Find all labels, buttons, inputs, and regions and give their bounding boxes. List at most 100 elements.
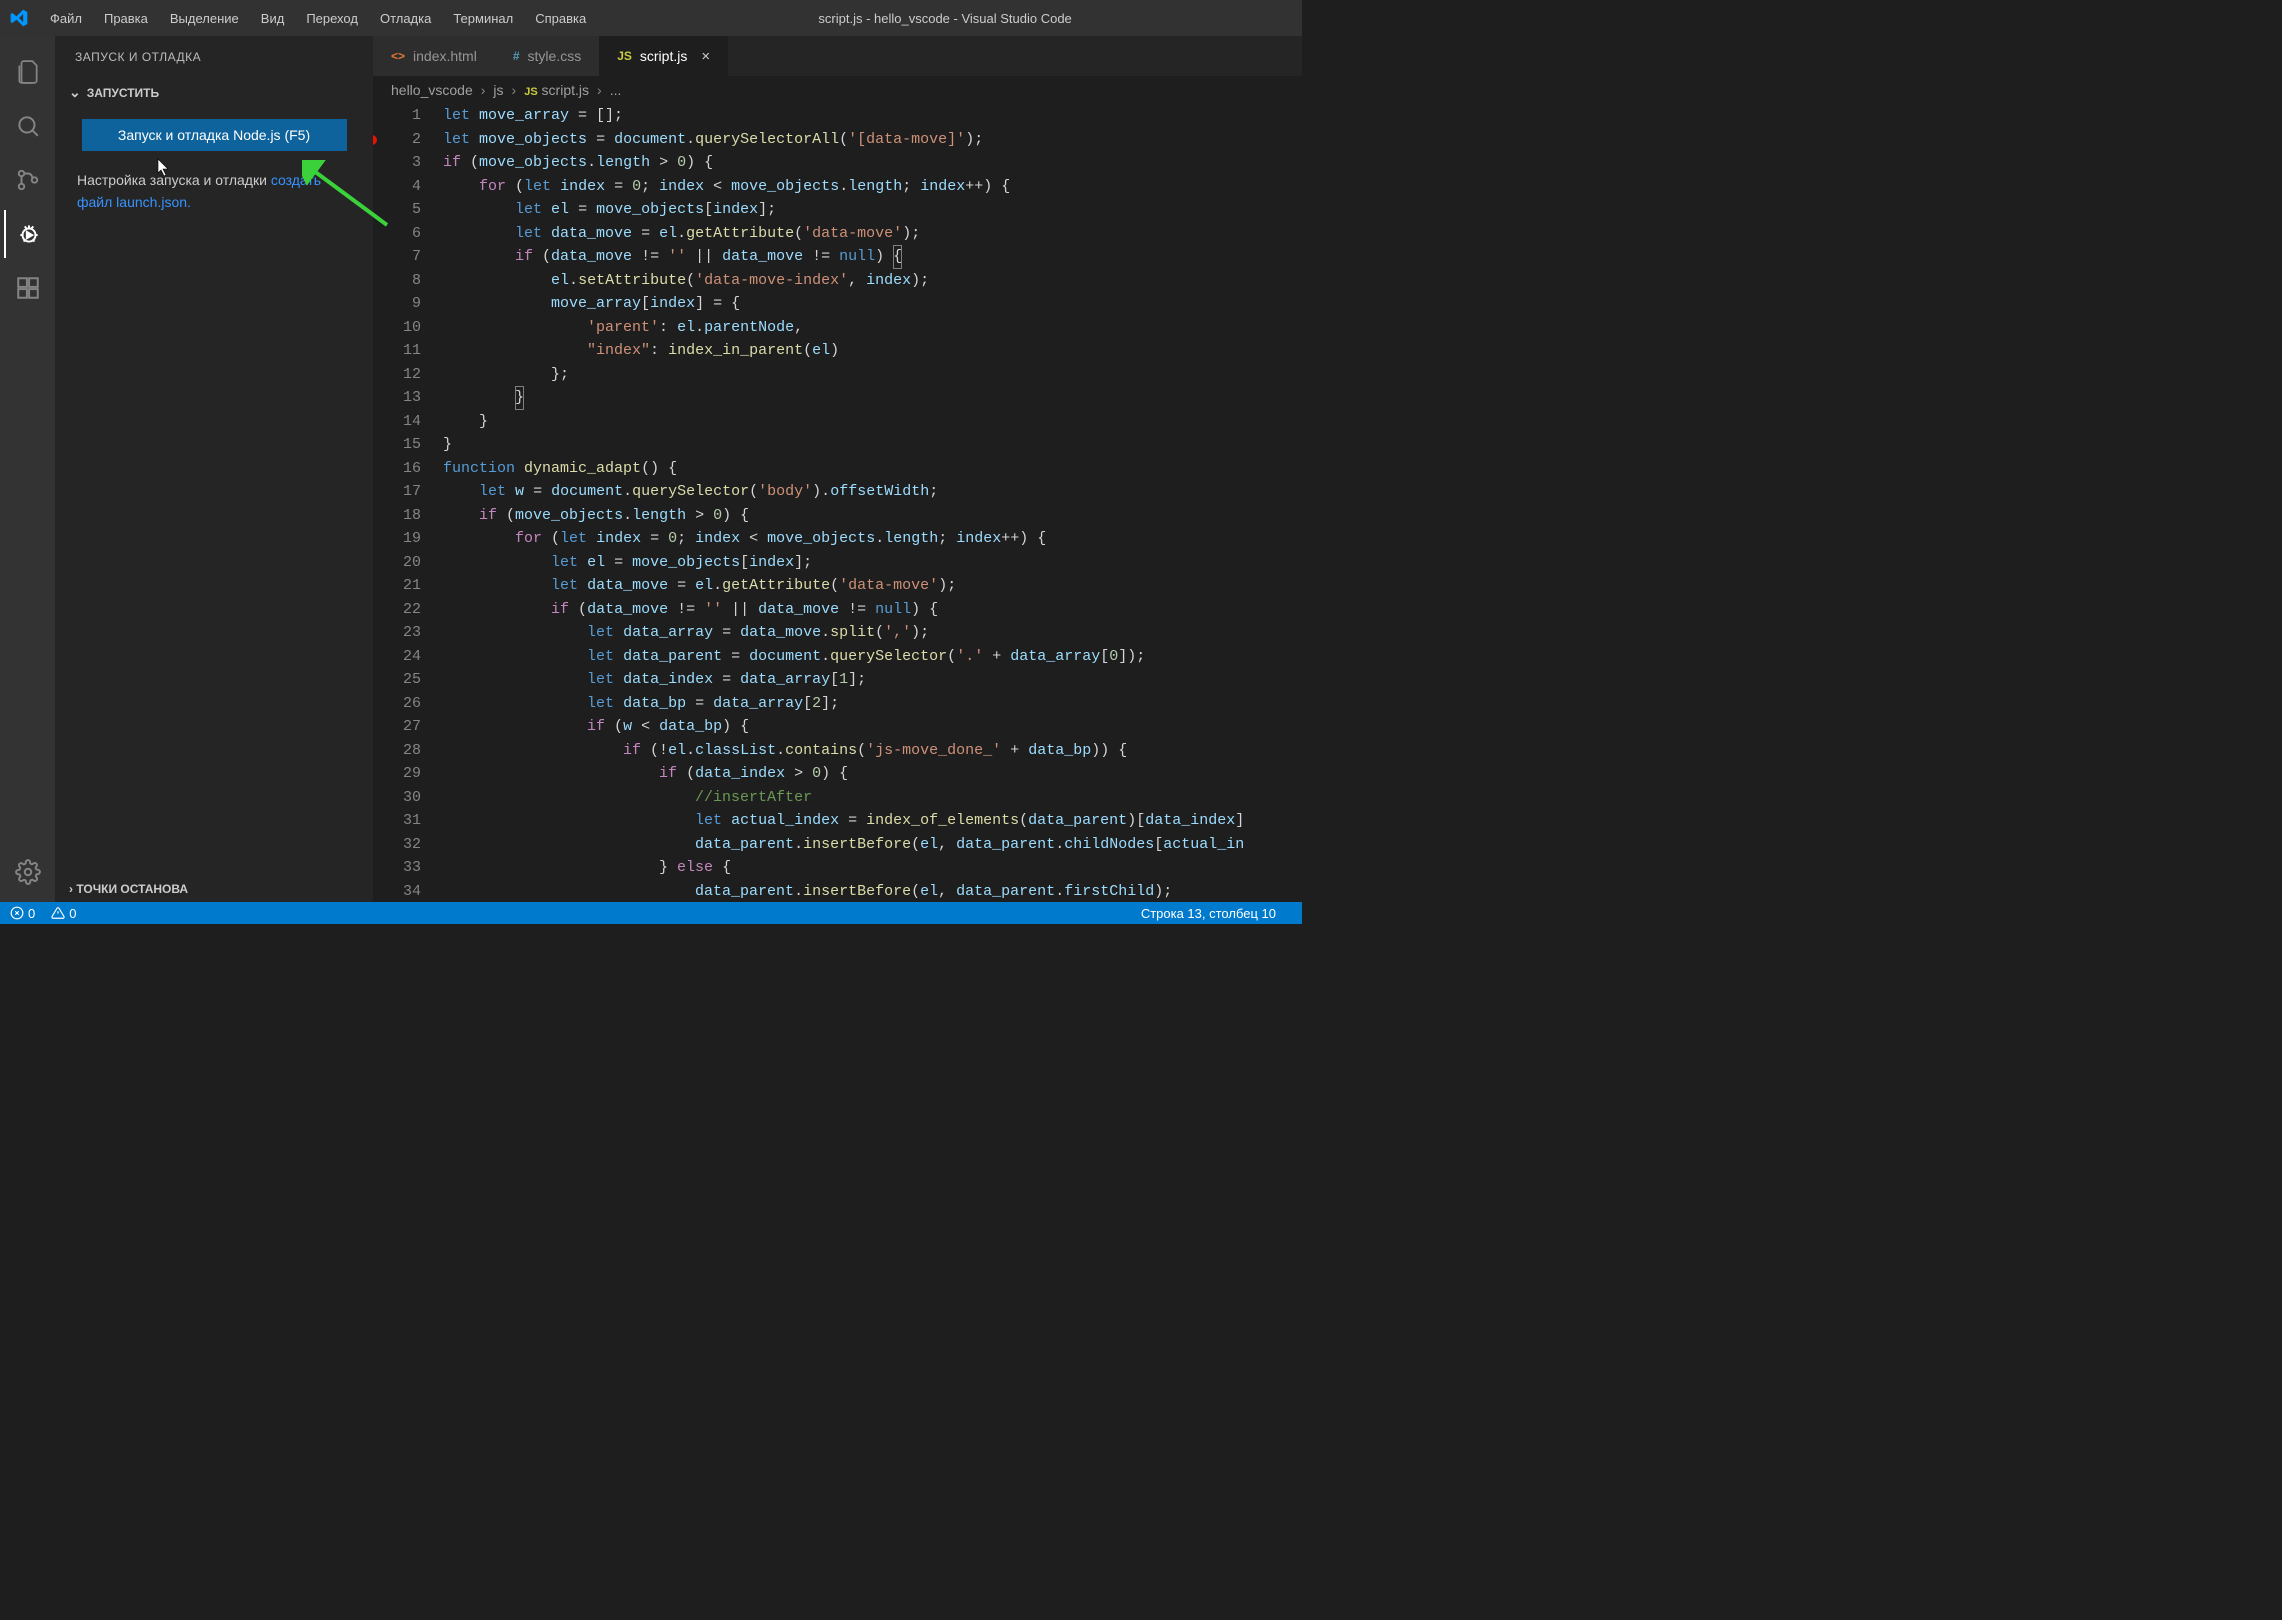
code-line[interactable]: if (data_move != '' || data_move != null… — [443, 245, 1302, 269]
code-line[interactable]: if (w < data_bp) { — [443, 715, 1302, 739]
code-line[interactable]: let actual_index = index_of_elements(dat… — [443, 809, 1302, 833]
line-number[interactable]: 27 — [373, 715, 421, 739]
code-line[interactable]: } else { — [443, 856, 1302, 880]
code-line[interactable]: let data_move = el.getAttribute('data-mo… — [443, 222, 1302, 246]
code-line[interactable]: let data_bp = data_array[2]; — [443, 692, 1302, 716]
code-area[interactable]: 1234567891011121314151617181920212223242… — [373, 104, 1302, 902]
line-number[interactable]: 23 — [373, 621, 421, 645]
line-number[interactable]: 21 — [373, 574, 421, 598]
status-cursor[interactable]: Строка 13, столбец 10 — [1141, 906, 1276, 921]
line-number[interactable]: 3 — [373, 151, 421, 175]
breakpoint-icon[interactable] — [373, 135, 377, 145]
menu-отладка[interactable]: Отладка — [370, 5, 441, 32]
tab-script-js[interactable]: JSscript.js× — [599, 36, 728, 76]
breadcrumb-item[interactable]: ... — [610, 82, 622, 98]
line-number[interactable]: 28 — [373, 739, 421, 763]
line-number[interactable]: 4 — [373, 175, 421, 199]
line-number[interactable]: 6 — [373, 222, 421, 246]
code-line[interactable]: if (data_index > 0) { — [443, 762, 1302, 786]
status-warnings[interactable]: 0 — [51, 906, 76, 921]
line-number[interactable]: 7 — [373, 245, 421, 269]
code-line[interactable]: el.setAttribute('data-move-index', index… — [443, 269, 1302, 293]
line-number[interactable]: 14 — [373, 410, 421, 434]
run-debug-button[interactable]: Запуск и отладка Node.js (F5) — [82, 119, 347, 151]
code-line[interactable]: let move_objects = document.querySelecto… — [443, 128, 1302, 152]
code-line[interactable]: let move_array = []; — [443, 104, 1302, 128]
code-line[interactable]: if (move_objects.length > 0) { — [443, 504, 1302, 528]
code-line[interactable]: if (data_move != '' || data_move != null… — [443, 598, 1302, 622]
section-breakpoints[interactable]: › ТОЧКИ ОСТАНОВА — [55, 876, 373, 902]
code-line[interactable]: }; — [443, 363, 1302, 387]
line-number[interactable]: 31 — [373, 809, 421, 833]
code-line[interactable]: if (move_objects.length > 0) { — [443, 151, 1302, 175]
breadcrumb-item[interactable]: js — [493, 82, 503, 98]
files-icon[interactable] — [4, 48, 52, 96]
code-line[interactable]: } — [443, 410, 1302, 434]
line-number[interactable]: 8 — [373, 269, 421, 293]
line-number[interactable]: 15 — [373, 433, 421, 457]
line-number[interactable]: 22 — [373, 598, 421, 622]
line-number[interactable]: 32 — [373, 833, 421, 857]
code-line[interactable]: //insertAfter — [443, 786, 1302, 810]
code-line[interactable]: let data_index = data_array[1]; — [443, 668, 1302, 692]
line-number[interactable]: 9 — [373, 292, 421, 316]
line-number[interactable]: 34 — [373, 880, 421, 903]
tab-index-html[interactable]: <>index.html — [373, 36, 495, 76]
extensions-icon[interactable] — [4, 264, 52, 312]
code-line[interactable]: let data_array = data_move.split(','); — [443, 621, 1302, 645]
line-number[interactable]: 12 — [373, 363, 421, 387]
code-line[interactable]: let data_move = el.getAttribute('data-mo… — [443, 574, 1302, 598]
breadcrumb-item[interactable]: JS script.js — [524, 82, 589, 98]
code-line[interactable]: move_array[index] = { — [443, 292, 1302, 316]
line-number[interactable]: 33 — [373, 856, 421, 880]
menu-терминал[interactable]: Терминал — [443, 5, 523, 32]
line-number[interactable]: 16 — [373, 457, 421, 481]
code-line[interactable]: for (let index = 0; index < move_objects… — [443, 175, 1302, 199]
code-line[interactable]: let el = move_objects[index]; — [443, 198, 1302, 222]
code-line[interactable]: data_parent.insertBefore(el, data_parent… — [443, 880, 1302, 903]
code-line[interactable]: for (let index = 0; index < move_objects… — [443, 527, 1302, 551]
line-number[interactable]: 26 — [373, 692, 421, 716]
menu-справка[interactable]: Справка — [525, 5, 596, 32]
code-content[interactable]: let move_array = [];let move_objects = d… — [443, 104, 1302, 902]
menu-правка[interactable]: Правка — [94, 5, 158, 32]
line-number[interactable]: 25 — [373, 668, 421, 692]
code-line[interactable]: data_parent.insertBefore(el, data_parent… — [443, 833, 1302, 857]
search-icon[interactable] — [4, 102, 52, 150]
line-number[interactable]: 13 — [373, 386, 421, 410]
gear-icon[interactable] — [4, 848, 52, 896]
menu-выделение[interactable]: Выделение — [160, 5, 249, 32]
line-number[interactable]: 29 — [373, 762, 421, 786]
status-errors[interactable]: 0 — [10, 906, 35, 921]
line-number[interactable]: 5 — [373, 198, 421, 222]
breadcrumb[interactable]: hello_vscode›js›JS script.js›... — [373, 76, 1302, 104]
line-number[interactable]: 24 — [373, 645, 421, 669]
line-number[interactable]: 18 — [373, 504, 421, 528]
menu-файл[interactable]: Файл — [40, 5, 92, 32]
code-line[interactable]: let data_parent = document.querySelector… — [443, 645, 1302, 669]
code-line[interactable]: let w = document.querySelector('body').o… — [443, 480, 1302, 504]
close-icon[interactable]: × — [701, 48, 710, 65]
gutter[interactable]: 1234567891011121314151617181920212223242… — [373, 104, 443, 902]
section-run-title[interactable]: ⌄ ЗАПУСТИТЬ — [69, 78, 359, 107]
code-line[interactable]: } — [443, 433, 1302, 457]
line-number[interactable]: 17 — [373, 480, 421, 504]
line-number[interactable]: 2 — [373, 128, 421, 152]
menu-вид[interactable]: Вид — [251, 5, 295, 32]
code-line[interactable]: "index": index_in_parent(el) — [443, 339, 1302, 363]
breadcrumb-item[interactable]: hello_vscode — [391, 82, 473, 98]
source-control-icon[interactable] — [4, 156, 52, 204]
code-line[interactable]: if (!el.classList.contains('js-move_done… — [443, 739, 1302, 763]
line-number[interactable]: 10 — [373, 316, 421, 340]
line-number[interactable]: 19 — [373, 527, 421, 551]
menu-переход[interactable]: Переход — [296, 5, 368, 32]
line-number[interactable]: 11 — [373, 339, 421, 363]
line-number[interactable]: 30 — [373, 786, 421, 810]
code-line[interactable]: let el = move_objects[index]; — [443, 551, 1302, 575]
code-line[interactable]: function dynamic_adapt() { — [443, 457, 1302, 481]
code-line[interactable]: 'parent': el.parentNode, — [443, 316, 1302, 340]
tab-style-css[interactable]: #style.css — [495, 36, 599, 76]
line-number[interactable]: 1 — [373, 104, 421, 128]
debug-icon[interactable] — [4, 210, 52, 258]
code-line[interactable]: } — [443, 386, 1302, 410]
